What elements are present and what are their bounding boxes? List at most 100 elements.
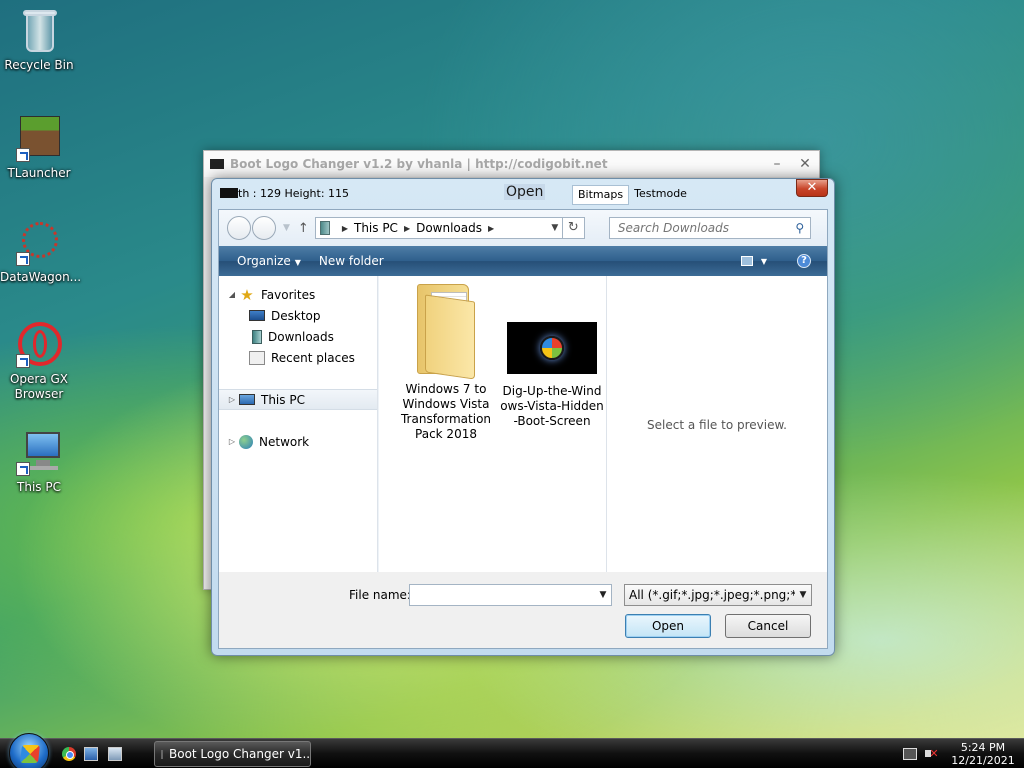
desktop-icon-this-pc[interactable]: This PC	[0, 430, 78, 495]
shortcut-arrow-icon	[16, 148, 30, 162]
file-name-input[interactable]	[410, 586, 595, 604]
search-box[interactable]: ⚲	[608, 217, 811, 239]
desktop-icon-label: DataWagon...	[0, 270, 82, 284]
image-size-text: th : 129 Height: 115	[238, 187, 350, 200]
desktop-icon-tlauncher[interactable]: TLauncher	[0, 116, 78, 181]
search-icon[interactable]: ⚲	[790, 221, 810, 235]
expand-triangle-icon[interactable]: ▷	[227, 395, 237, 404]
star-icon: ★	[240, 285, 254, 304]
app-title-bar[interactable]: Boot Logo Changer v1.2 by vhanla | http:…	[204, 151, 819, 177]
desktop-icon-opera-gx[interactable]: Opera GX Browser	[0, 322, 78, 402]
computer-icon	[16, 430, 62, 476]
downloads-folder-icon	[252, 329, 262, 344]
desktop-icon	[249, 310, 265, 321]
nav-network-label: Network	[259, 434, 310, 449]
close-button[interactable]: ✕	[791, 156, 819, 172]
app-tabs: Bitmaps Testmode	[572, 185, 692, 205]
desktop-icon-datawagon[interactable]: DataWagon...	[0, 220, 82, 285]
volume-muted-icon[interactable]: ✕	[925, 748, 941, 760]
tab-testmode[interactable]: Testmode	[629, 185, 692, 205]
taskbar-app-label: Boot Logo Changer v1....	[169, 747, 311, 761]
show-desktop-icon[interactable]	[84, 747, 98, 761]
obscured-text	[220, 188, 238, 198]
preview-placeholder: Select a file to preview.	[647, 418, 787, 432]
desktop-icon-label: Opera GX Browser	[9, 372, 69, 401]
breadcrumb-chevron-icon[interactable]: ▶	[404, 224, 410, 233]
file-item-image[interactable]: Dig-Up-the-Windows-Vista-Hidden-Boot-Scr…	[499, 284, 605, 429]
desktop-icon-label: This PC	[17, 480, 61, 494]
file-item-folder[interactable]: Windows 7 to Windows Vista Transformatio…	[393, 284, 499, 442]
nav-this-pc-label: This PC	[261, 392, 305, 407]
app-title: Boot Logo Changer v1.2 by vhanla | http:…	[230, 157, 608, 171]
nav-network[interactable]: ▷ Network	[227, 431, 385, 452]
open-file-dialog: th : 129 Height: 115 Open Bitmaps Testmo…	[211, 178, 835, 656]
address-bar[interactable]: ▶ This PC ▶ Downloads ▶ ▼	[314, 217, 563, 239]
desktop-icon-recycle-bin[interactable]: Recycle Bin	[0, 8, 78, 73]
dialog-body: ▼ ↑ ▶ This PC ▶ Downloads ▶ ▼ ↻ ⚲ Organi…	[218, 209, 828, 649]
computer-icon	[239, 394, 255, 405]
file-name-label: File name:	[349, 588, 411, 602]
file-name: Windows 7 to Windows Vista Transformatio…	[400, 382, 492, 441]
up-arrow-icon[interactable]: ↑	[298, 221, 309, 236]
breadcrumb-chevron-icon[interactable]: ▶	[342, 224, 348, 233]
collapse-triangle-icon[interactable]: ◢	[227, 290, 237, 299]
app-icon	[161, 749, 163, 759]
cancel-button[interactable]: Cancel	[725, 614, 811, 638]
shortcut-arrow-icon	[16, 354, 30, 368]
file-type-select[interactable]: All (*.gif;*.jpg;*.jpeg;*.png;*.bmp) ▼	[624, 584, 812, 606]
minimize-button[interactable]: –	[763, 156, 791, 172]
forward-button[interactable]	[252, 216, 276, 240]
recycle-bin-icon	[16, 8, 62, 54]
expand-triangle-icon[interactable]: ▷	[227, 437, 237, 446]
change-view-icon[interactable]	[740, 256, 753, 266]
search-input[interactable]	[617, 221, 790, 235]
breadcrumb-downloads[interactable]: Downloads	[416, 221, 482, 235]
file-name: Dig-Up-the-Windows-Vista-Hidden-Boot-Scr…	[500, 384, 604, 428]
datawagon-icon	[16, 220, 62, 266]
open-button[interactable]: Open	[625, 614, 711, 638]
organize-button[interactable]: Organize ▼	[237, 254, 301, 268]
breadcrumb-chevron-icon[interactable]: ▶	[488, 224, 494, 233]
image-thumbnail	[507, 322, 597, 374]
location-icon	[319, 221, 330, 235]
dialog-footer: File name: ▼ All (*.gif;*.jpg;*.jpeg;*.p…	[219, 572, 827, 648]
help-icon[interactable]: ?	[797, 254, 811, 268]
windows-logo-icon	[20, 745, 40, 763]
dialog-title-bar[interactable]: th : 129 Height: 115 Open Bitmaps Testmo…	[212, 179, 834, 209]
network-tray-icon[interactable]	[903, 748, 917, 760]
taskbar-app-button[interactable]: Boot Logo Changer v1....	[154, 741, 311, 767]
recent-locations-chevron-icon[interactable]: ▼	[283, 223, 290, 233]
tab-bitmaps[interactable]: Bitmaps	[572, 185, 630, 205]
nav-favorites[interactable]: ◢ ★ Favorites	[227, 284, 385, 305]
breadcrumb-this-pc[interactable]: This PC	[354, 221, 398, 235]
chevron-down-icon: ▼	[294, 258, 301, 267]
desktop-icon-label: Recycle Bin	[4, 58, 74, 72]
shortcut-arrow-icon	[16, 252, 30, 266]
shortcut-arrow-icon	[16, 462, 30, 476]
file-name-combo[interactable]: ▼	[409, 584, 612, 606]
view-options-chevron-icon[interactable]: ▼	[761, 257, 767, 266]
dialog-caption: Open	[504, 184, 546, 200]
taskbar: Boot Logo Changer v1.... ✕ 5:24 PM 12/21…	[0, 733, 1024, 768]
nav-recent-label: Recent places	[271, 350, 355, 365]
start-button[interactable]	[9, 733, 49, 768]
switch-windows-icon[interactable]	[108, 747, 122, 761]
dialog-close-button[interactable]: ✕	[796, 179, 828, 197]
app-icon	[210, 159, 224, 169]
desktop-icon-label: TLauncher	[7, 166, 71, 180]
folder-icon	[415, 284, 477, 380]
network-icon	[239, 434, 253, 449]
refresh-icon[interactable]: ↻	[562, 217, 585, 239]
chrome-icon[interactable]	[62, 747, 76, 761]
navigation-pane: ◢ ★ Favorites Desktop Downloads Recent p…	[219, 276, 378, 572]
nav-this-pc[interactable]: ▷ This PC	[219, 389, 377, 410]
file-list: Windows 7 to Windows Vista Transformatio…	[379, 276, 606, 572]
windows-logo-icon	[540, 336, 564, 360]
system-clock[interactable]: 5:24 PM 12/21/2021	[948, 741, 1018, 767]
address-dropdown-icon[interactable]: ▼	[548, 223, 562, 233]
new-folder-button[interactable]: New folder	[319, 254, 384, 268]
chevron-down-icon[interactable]: ▼	[795, 590, 811, 600]
back-button[interactable]	[227, 216, 251, 240]
preview-pane: Select a file to preview.	[606, 276, 827, 572]
file-name-dropdown-icon[interactable]: ▼	[595, 590, 611, 600]
